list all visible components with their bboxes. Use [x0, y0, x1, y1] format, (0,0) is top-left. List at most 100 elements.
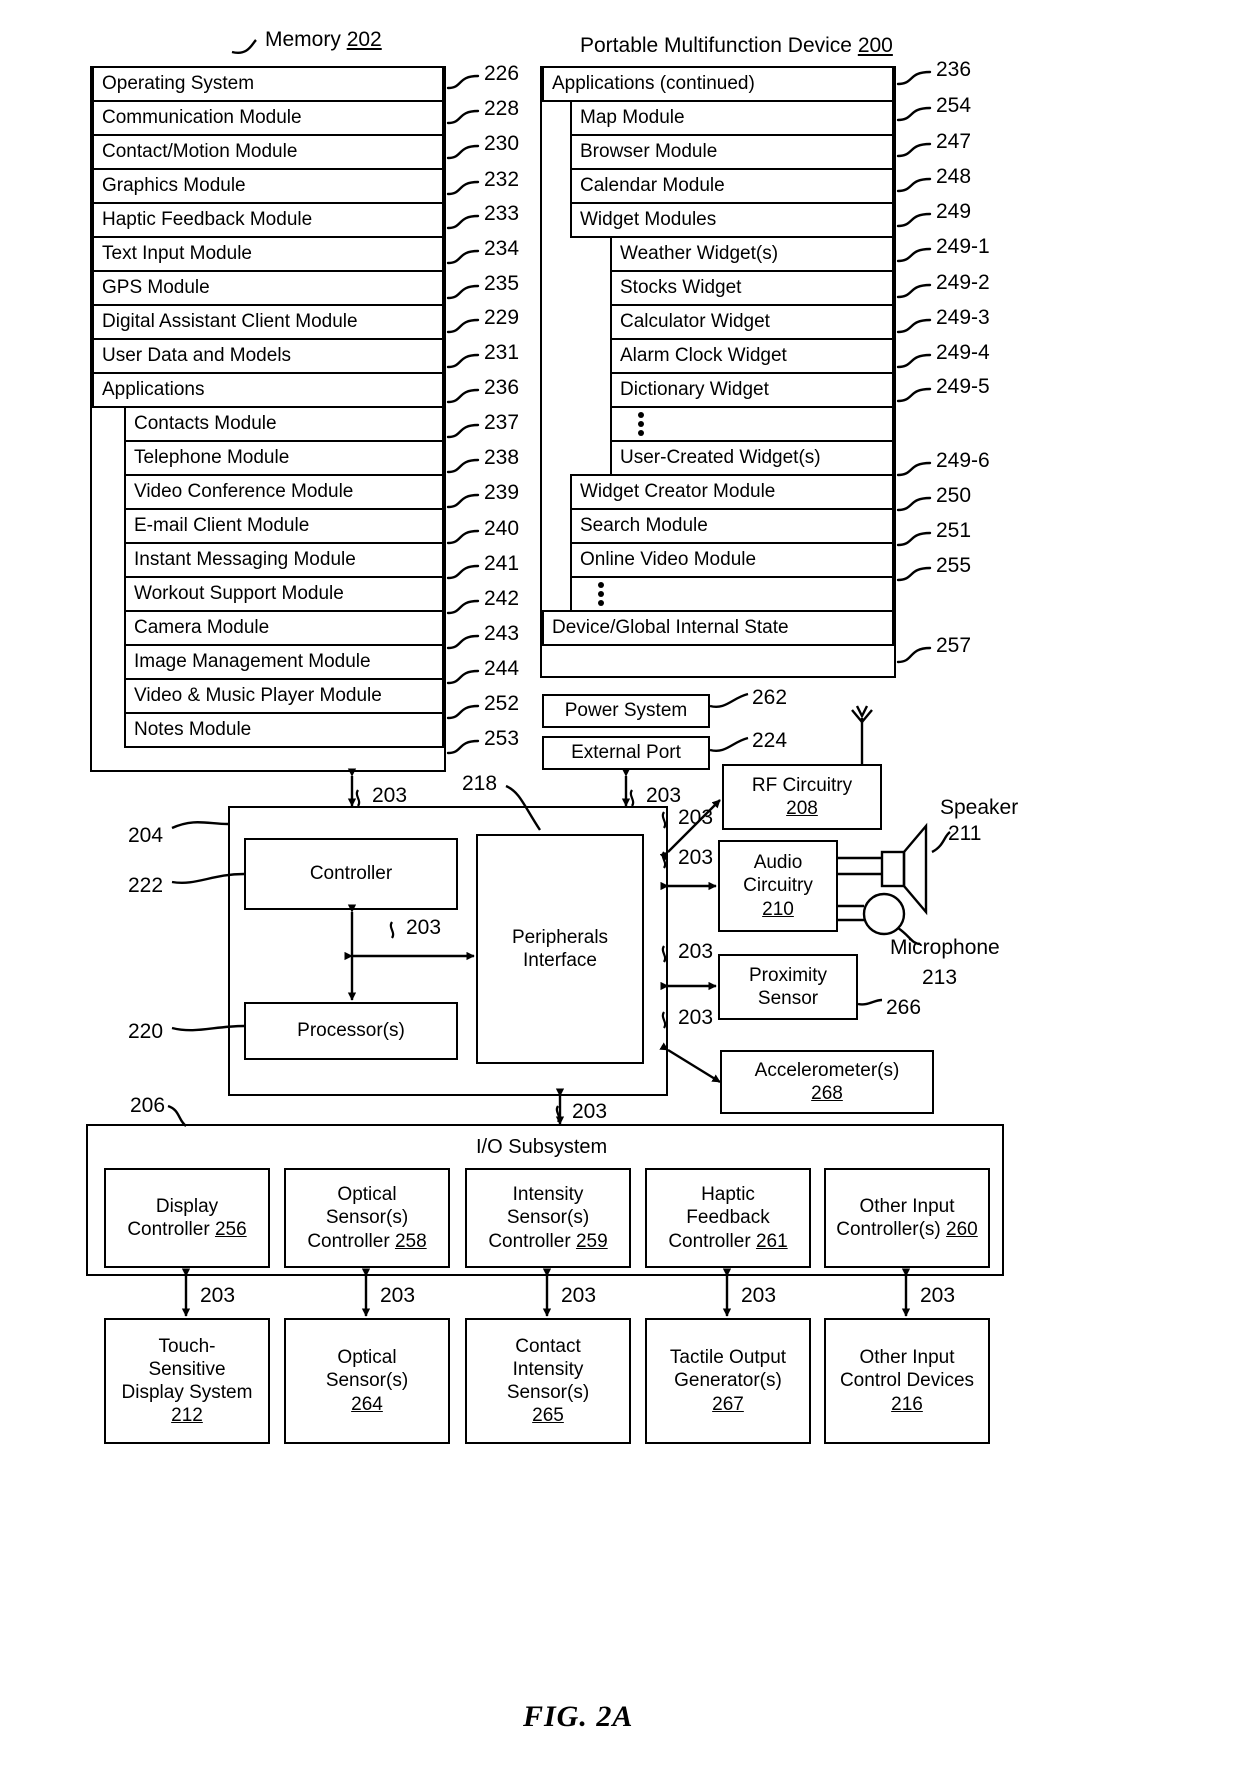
ref-266: 266 [886, 996, 922, 1019]
reference-leader [446, 493, 480, 509]
external-port-leader [709, 736, 749, 752]
reference-leader [446, 739, 480, 755]
io-controller-label: Controller 261 [668, 1230, 788, 1252]
io-device-212: Touch- Sensitive Display System 212 [104, 1318, 270, 1444]
module-row: Weather Widget(s) [610, 236, 894, 272]
antenna-icon [851, 705, 873, 764]
ref-249-6: 249-6 [936, 449, 990, 472]
ref-231: 231 [484, 341, 520, 364]
module-row-label: Video & Music Player Module [134, 685, 382, 706]
module-row: Contacts Module [124, 406, 444, 442]
module-row-label: Camera Module [134, 617, 270, 638]
power-leader [709, 692, 749, 708]
ref-206: 206 [130, 1094, 166, 1117]
module-row-label: Widget Modules [580, 209, 717, 230]
bus-ref-203: 203 [678, 846, 714, 869]
module-row: Dictionary Widget [610, 372, 894, 408]
module-row: Haptic Feedback Module [92, 202, 444, 238]
module-row-label: Applications (continued) [552, 73, 755, 94]
module-row-label: Dictionary Widget [620, 379, 769, 400]
ref-239: 239 [484, 481, 520, 504]
io-controller-259: Intensity Sensor(s) Controller 259 [465, 1168, 631, 1268]
io-controller-label: Intensity [512, 1184, 584, 1206]
module-row: Text Input Module [92, 236, 444, 272]
module-row-label: Image Management Module [134, 651, 371, 672]
io-device-label: Sensor(s) [325, 1370, 409, 1392]
ref-228: 228 [484, 97, 520, 120]
bus-ref-203: 203 [372, 784, 408, 807]
module-row-label: Applications [102, 379, 205, 400]
reference-leader [446, 249, 480, 265]
ref-237: 237 [484, 411, 520, 434]
io-device-265: Contact Intensity Sensor(s) 265 [465, 1318, 631, 1444]
module-row: Digital Assistant Client Module [92, 304, 444, 340]
reference-leader [896, 212, 932, 228]
ref-213: 213 [922, 966, 958, 989]
module-row: Video & Music Player Module [124, 678, 444, 714]
module-row-label: Contacts Module [134, 413, 277, 434]
module-row: Online Video Module [570, 542, 894, 578]
io-device-216: Other Input Control Devices 216 [824, 1318, 990, 1444]
module-row-label: Video Conference Module [134, 481, 354, 502]
io-controller-label: Controller 258 [307, 1230, 427, 1252]
io-device-number: 265 [532, 1405, 564, 1427]
bus-arrow-accelerometer [659, 1042, 721, 1084]
io-device-264: Optical Sensor(s) 264 [284, 1318, 450, 1444]
io-device-label: Contact [515, 1335, 581, 1357]
io-device-label: Generator(s) [674, 1370, 782, 1392]
module-row-label: Widget Creator Module [580, 481, 776, 502]
io-controller-260: Other Input Controller(s) 260 [824, 1168, 990, 1268]
reference-leader [446, 180, 480, 196]
ref-232: 232 [484, 168, 520, 191]
ref-234: 234 [484, 237, 520, 260]
module-row-label: GPS Module [102, 277, 210, 298]
ref-238: 238 [484, 446, 520, 469]
module-row-label: Map Module [580, 107, 685, 128]
module-row: Widget Modules [570, 202, 894, 238]
bus-ref-203: 203 [646, 784, 682, 807]
io-bus-ref-203: 203 [920, 1284, 956, 1307]
ref-250: 250 [936, 484, 972, 507]
bus-ref-203: 203 [678, 940, 714, 963]
ref-236: 236 [484, 376, 520, 399]
ellipsis-row [570, 576, 894, 612]
module-row-label: Text Input Module [102, 243, 252, 264]
module-row-label: Weather Widget(s) [620, 243, 779, 264]
bus-ref-203: 203 [406, 916, 442, 939]
io-controller-label: Controller(s) 260 [836, 1219, 978, 1240]
module-row-label: Device/Global Internal State [552, 617, 789, 638]
ref-229: 229 [484, 306, 520, 329]
cpu-group-leader [171, 821, 229, 830]
reference-leader [896, 283, 932, 299]
bus-ref-squiggle [629, 789, 635, 807]
io-device-label: Sensor(s) [506, 1382, 590, 1403]
reference-leader [446, 74, 480, 90]
ref-248: 248 [936, 165, 972, 188]
io-device-label: Sensitive [148, 1358, 226, 1380]
module-row: Video Conference Module [124, 474, 444, 510]
ref-254: 254 [936, 94, 972, 117]
module-row: Widget Creator Module [570, 474, 894, 510]
io-device-number: 264 [351, 1393, 383, 1415]
reference-leader [446, 599, 480, 615]
reference-leader [446, 388, 480, 404]
microphone-icon [838, 892, 906, 936]
ref-204: 204 [128, 824, 164, 847]
bus-ref-squiggle [555, 1105, 561, 1123]
power-system-box: Power System [542, 694, 710, 728]
module-row: Browser Module [570, 134, 894, 170]
bus-ref-203: 203 [572, 1100, 608, 1123]
io-controller-label: Controller 259 [488, 1230, 608, 1252]
module-row: Contact/Motion Module [92, 134, 444, 170]
ref-222: 222 [128, 874, 164, 897]
io-controller-label: Feedback [686, 1207, 770, 1229]
module-row: Communication Module [92, 100, 444, 136]
figure-caption: FIG. 2A [523, 1700, 634, 1733]
ref-262: 262 [752, 686, 788, 709]
ellipsis-row [610, 406, 894, 442]
vertical-ellipsis-icon [598, 582, 604, 606]
module-row-label: Telephone Module [134, 447, 290, 468]
reference-leader [446, 214, 480, 230]
module-row-label: Stocks Widget [620, 277, 742, 298]
ref-249: 249 [936, 200, 972, 223]
